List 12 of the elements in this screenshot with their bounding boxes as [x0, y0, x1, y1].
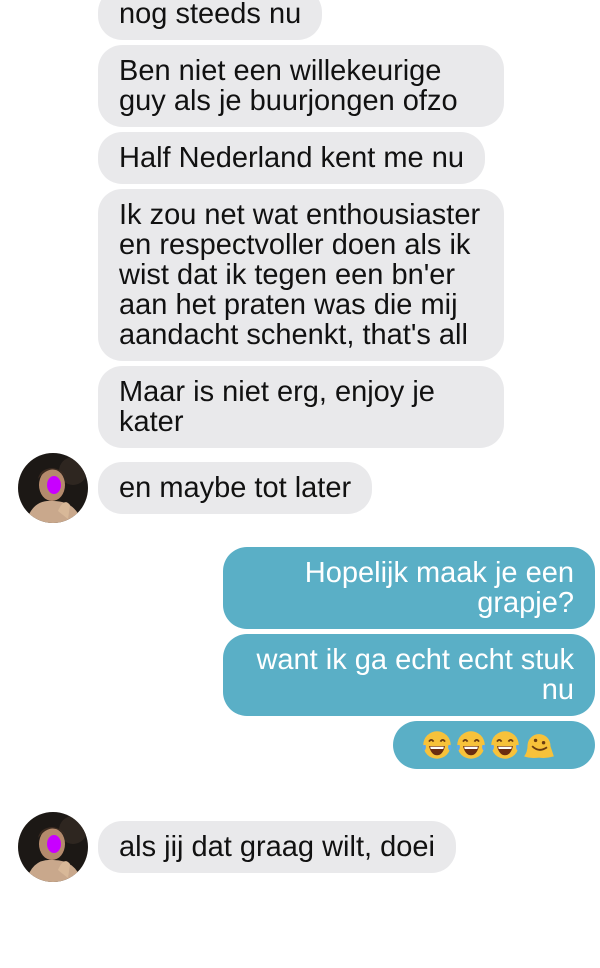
incoming-message: Maar is niet erg, enjoy je kater — [98, 366, 504, 448]
laughing-face-icon — [455, 729, 487, 761]
incoming-message: nog steeds nu — [98, 0, 322, 40]
outgoing-message: want ik ga echt echt stuk nu — [223, 634, 595, 716]
incoming-message: Ben niet een willekeurige guy als je buurjongen ofzo — [98, 45, 504, 127]
incoming-message: Ik zou net wat enthousiaster en respectvoller doen als ik wist dat ik tegen een bn'er aan het praten was die mij aandacht schenkt, that's all — [98, 189, 504, 361]
incoming-message: als jij dat graag wilt, doei — [98, 821, 456, 873]
incoming-message: Half Nederland kent me nu — [98, 132, 485, 184]
laughing-face-icon — [421, 729, 453, 761]
incoming-message: en maybe tot later — [98, 462, 372, 514]
laughing-face-icon — [489, 729, 521, 761]
outgoing-message: Hopelijk maak je een grapje? — [223, 547, 595, 629]
